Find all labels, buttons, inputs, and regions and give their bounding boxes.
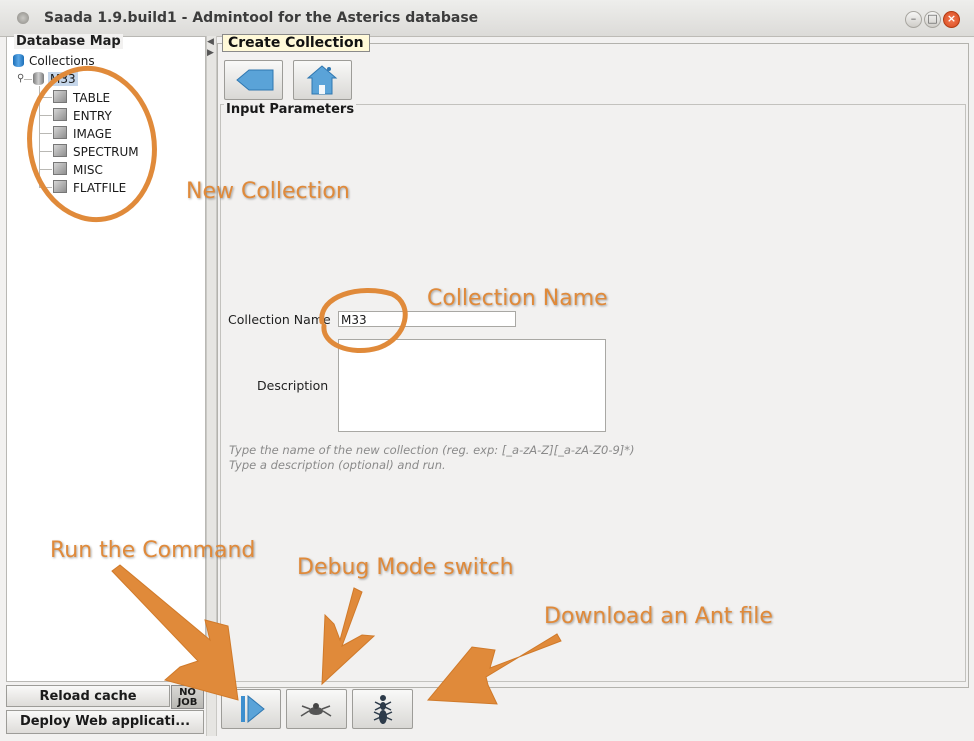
annotation-ant-file: Download an Ant file xyxy=(544,604,773,629)
run-arrow xyxy=(111,564,239,701)
annotation-new-collection: New Collection xyxy=(186,179,350,204)
debug-arrow xyxy=(321,587,376,686)
new-collection-circle xyxy=(27,65,157,223)
annotation-overlay xyxy=(27,65,562,705)
ant-arrow xyxy=(426,633,562,705)
annotation-run-command: Run the Command xyxy=(50,538,256,563)
collection-name-circle xyxy=(319,288,408,354)
annotation-debug-switch: Debug Mode switch xyxy=(297,555,514,580)
annotation-collection-name: Collection Name xyxy=(427,286,608,311)
